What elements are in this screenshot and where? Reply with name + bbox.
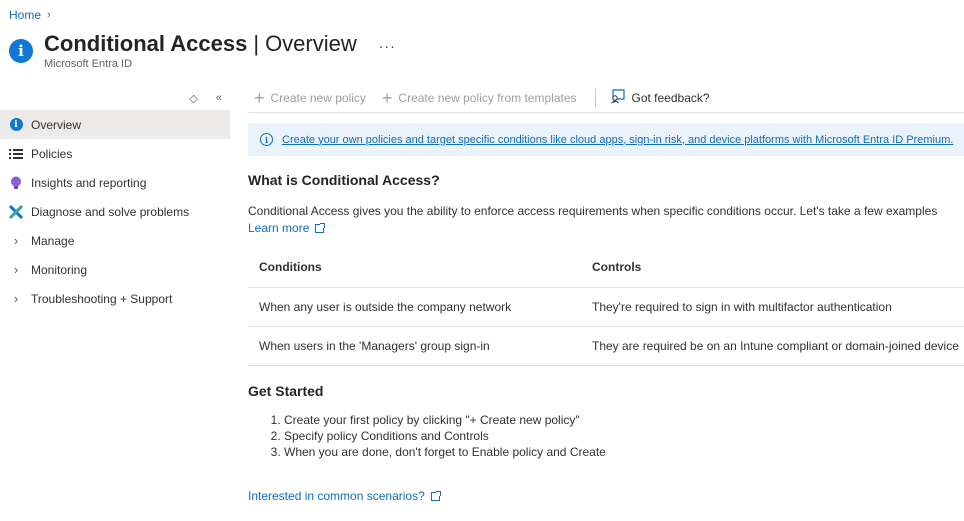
- collapse-sidebar-icon[interactable]: «: [216, 92, 222, 104]
- external-link-icon: [315, 223, 326, 233]
- feedback-icon: [610, 89, 626, 107]
- premium-info-banner: i Create your own policies and target sp…: [248, 123, 964, 156]
- table-row: When any user is outside the company net…: [248, 287, 964, 327]
- table-header-row: Conditions Controls: [248, 248, 964, 288]
- sidebar-tools: ◇ «: [0, 86, 230, 110]
- info-icon: i: [9, 39, 33, 63]
- what-is-description: Conditional Access gives you the ability…: [248, 203, 948, 236]
- expand-collapse-icon[interactable]: ◇: [189, 92, 197, 105]
- create-policy-label: Create new policy: [270, 91, 366, 105]
- chevron-right-icon: ›: [13, 291, 19, 306]
- sidebar-item-policies[interactable]: Policies: [0, 139, 230, 168]
- breadcrumb-home-link[interactable]: Home: [9, 8, 41, 22]
- service-name: Microsoft Entra ID: [44, 58, 133, 70]
- create-from-templates-label: Create new policy from templates: [398, 91, 577, 105]
- table-cell: When users in the 'Managers' group sign-…: [248, 326, 581, 366]
- what-is-heading: What is Conditional Access?: [248, 172, 440, 188]
- sidebar-item-monitoring[interactable]: › Monitoring: [0, 255, 230, 284]
- create-policy-button[interactable]: + Create new policy: [254, 89, 366, 107]
- feedback-button[interactable]: Got feedback?: [610, 89, 710, 107]
- page-header: i Conditional Access | Overview ··· Micr…: [9, 31, 396, 70]
- sidebar-item-diagnose[interactable]: Diagnose and solve problems: [0, 197, 230, 226]
- sidebar-item-troubleshooting[interactable]: › Troubleshooting + Support: [0, 284, 230, 313]
- external-link-icon: [430, 491, 441, 501]
- common-scenarios-link[interactable]: Interested in common scenarios?: [248, 489, 441, 503]
- page-subtitle: Overview: [265, 31, 357, 56]
- list-icon: [9, 147, 23, 161]
- list-item: When you are done, don't forget to Enabl…: [284, 444, 606, 460]
- table-cell: They're required to sign in with multifa…: [581, 287, 964, 327]
- create-from-templates-button[interactable]: + Create new policy from templates: [382, 89, 577, 107]
- sidebar-item-label: Monitoring: [31, 262, 88, 277]
- sidebar-item-overview[interactable]: i Overview: [0, 110, 230, 139]
- table-row: When users in the 'Managers' group sign-…: [248, 326, 964, 366]
- toolbar-divider: [594, 89, 596, 107]
- list-item: Specify policy Conditions and Controls: [284, 428, 606, 444]
- more-options-button[interactable]: ···: [379, 38, 396, 54]
- chevron-right-icon: ›: [47, 9, 51, 21]
- bulb-icon: [9, 176, 23, 190]
- sidebar-item-label: Policies: [31, 146, 73, 161]
- breadcrumb: Home ›: [9, 8, 51, 22]
- title-separator: |: [253, 31, 260, 56]
- chevron-right-icon: ›: [13, 262, 19, 277]
- plus-icon: +: [254, 88, 265, 108]
- chevron-right-icon: ›: [13, 233, 19, 248]
- learn-more-link[interactable]: Learn more: [248, 221, 326, 235]
- conditions-table: Conditions Controls When any user is out…: [248, 248, 964, 366]
- sidebar-item-label: Manage: [31, 233, 75, 248]
- feedback-label: Got feedback?: [631, 91, 710, 105]
- column-header-controls: Controls: [581, 248, 964, 288]
- list-item: Create your first policy by clicking "+ …: [284, 412, 606, 428]
- scenarios-link-wrap: Interested in common scenarios?: [248, 489, 441, 503]
- column-header-conditions: Conditions: [248, 248, 581, 288]
- sidebar-item-insights[interactable]: Insights and reporting: [0, 168, 230, 197]
- premium-link[interactable]: Create your own policies and target spec…: [282, 134, 953, 146]
- wrench-icon: [9, 204, 23, 219]
- get-started-steps: Create your first policy by clicking "+ …: [272, 412, 606, 460]
- sidebar-item-manage[interactable]: › Manage: [0, 226, 230, 255]
- sidebar: ◇ « i Overview Policies Insights and rep…: [0, 86, 230, 313]
- page-title: Conditional Access: [44, 31, 248, 56]
- learn-more-label: Learn more: [248, 221, 310, 235]
- command-bar: + Create new policy + Create new policy …: [248, 84, 964, 113]
- description-text: Conditional Access gives you the ability…: [248, 204, 938, 218]
- sidebar-item-label: Troubleshooting + Support: [31, 291, 173, 306]
- sidebar-item-label: Overview: [31, 117, 82, 132]
- info-icon: i: [9, 118, 23, 132]
- get-started-heading: Get Started: [248, 383, 324, 399]
- sidebar-item-label: Insights and reporting: [31, 175, 147, 190]
- table-cell: When any user is outside the company net…: [248, 287, 581, 327]
- plus-icon: +: [381, 88, 393, 108]
- info-icon: i: [260, 133, 273, 146]
- common-scenarios-label: Interested in common scenarios?: [248, 489, 425, 503]
- sidebar-item-label: Diagnose and solve problems: [31, 204, 190, 219]
- table-cell: They are required be on an Intune compli…: [581, 326, 964, 366]
